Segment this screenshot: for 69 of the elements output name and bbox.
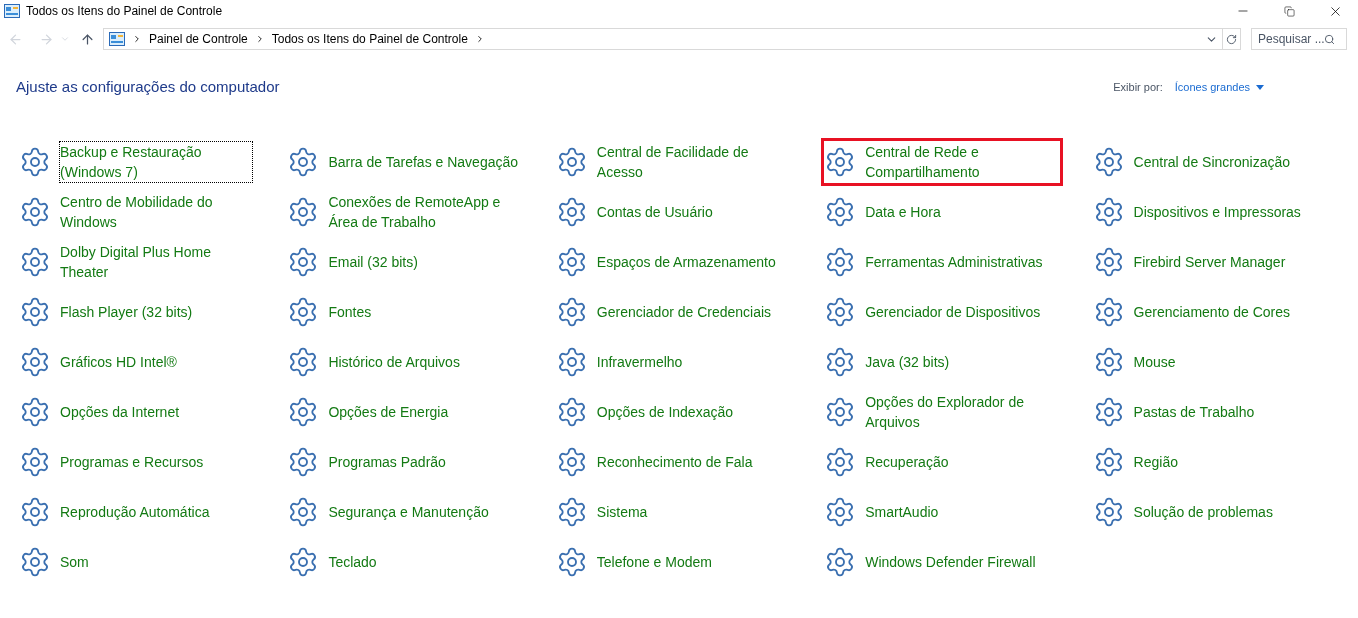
applet-link[interactable]: Histórico de Arquivos <box>327 350 522 373</box>
gear-icon[interactable] <box>19 495 51 528</box>
applet-link[interactable]: Java (32 bits) <box>864 350 1059 373</box>
breadcrumb-item[interactable]: Todos os Itens do Painel de Controle <box>271 30 468 48</box>
applet-link[interactable]: SmartAudio <box>864 500 1059 523</box>
control-panel-icon <box>4 4 20 18</box>
gear-icon[interactable] <box>19 245 51 278</box>
search-field[interactable]: Pesquisar ... <box>1251 28 1347 50</box>
applet-link[interactable]: Barra de Tarefas e Navegação <box>327 150 522 173</box>
applet-link[interactable]: Ferramentas Administrativas <box>864 250 1059 273</box>
applet-link[interactable]: Windows Defender Firewall <box>864 550 1059 573</box>
restore-icon <box>1283 5 1295 17</box>
applet-link[interactable]: Backup e Restauração (Windows 7) <box>59 140 253 183</box>
gear-icon[interactable] <box>19 345 51 378</box>
applet-link[interactable]: Solução de problemas <box>1132 500 1327 523</box>
applet-link[interactable]: Opções de Energia <box>327 400 522 423</box>
gear-icon[interactable] <box>19 545 51 578</box>
applet-link[interactable]: Infravermelho <box>595 350 790 373</box>
applet-link[interactable]: Mouse <box>1132 350 1327 373</box>
gear-icon[interactable] <box>19 295 51 328</box>
applet-link[interactable]: Dolby Digital Plus Home Theater <box>59 240 253 283</box>
applet-link[interactable]: Gerenciador de Dispositivos <box>864 300 1059 323</box>
view-by-dropdown[interactable]: Ícones grandes <box>1174 79 1264 96</box>
control-panel-icon <box>109 32 125 46</box>
page-heading: Ajuste as configurações do computador <box>16 77 280 97</box>
applet-link[interactable]: Central de Rede e Compartilhamento <box>864 140 1059 183</box>
applet-link[interactable]: Segurança e Manutenção <box>327 500 522 523</box>
applet-link[interactable]: Programas Padrão <box>327 450 522 473</box>
applet-link[interactable]: Telefone e Modem <box>595 550 790 573</box>
applet-link[interactable]: Dispositivos e Impressoras <box>1132 200 1327 223</box>
applet-link[interactable]: Opções do Explorador de Arquivos <box>864 390 1059 433</box>
applet-link[interactable]: Central de Sincronização <box>1132 150 1327 173</box>
gear-icon[interactable] <box>19 145 51 178</box>
gear-icon[interactable] <box>19 195 51 228</box>
view-by-label: Exibir por: <box>1113 80 1163 95</box>
applet-link[interactable]: Contas de Usuário <box>595 200 790 223</box>
applet-link[interactable]: Centro de Mobilidade do Windows <box>59 190 253 233</box>
applet-link[interactable]: Opções de Indexação <box>595 400 790 423</box>
applet-link[interactable]: Programas e Recursos <box>59 450 253 473</box>
applet-link[interactable]: Data e Hora <box>864 200 1059 223</box>
applet-link[interactable]: Gerenciador de Credenciais <box>595 300 790 323</box>
address-bar[interactable]: Painel de Controle Todos os Itens do Painel de Controle <box>103 28 1241 50</box>
caret-icon <box>1256 84 1264 90</box>
applet-link[interactable]: Som <box>59 550 253 573</box>
applet-link[interactable]: Reconhecimento de Fala <box>595 450 790 473</box>
applet-link[interactable]: Pastas de Trabalho <box>1132 400 1327 423</box>
applet-link[interactable]: Teclado <box>327 550 522 573</box>
applet-link[interactable]: Central de Facilidade de Acesso <box>595 140 790 183</box>
applet-link[interactable]: Região <box>1132 450 1327 473</box>
applet-link[interactable]: Reprodução Automática <box>59 500 253 523</box>
applet-link[interactable]: Flash Player (32 bits) <box>59 300 253 323</box>
applet-link[interactable]: Gráficos HD Intel® <box>59 350 253 373</box>
applet-link[interactable]: Espaços de Armazenamento <box>595 250 790 273</box>
up-icon[interactable] <box>80 31 95 47</box>
applet-link[interactable]: Opções da Internet <box>59 400 253 423</box>
breadcrumb-item[interactable]: Painel de Controle <box>149 30 248 48</box>
search-icon <box>1324 33 1335 45</box>
window-title: Todos os Itens do Painel de Controle <box>26 3 223 20</box>
applet-link[interactable]: Conexões de RemoteApp e Área de Trabalho <box>327 190 522 233</box>
applet-link[interactable]: Fontes <box>327 300 522 323</box>
gear-icon[interactable] <box>19 395 51 428</box>
applet-link[interactable]: Email (32 bits) <box>327 250 522 273</box>
applet-link[interactable]: Recuperação <box>864 450 1059 473</box>
applet-link[interactable]: Firebird Server Manager <box>1132 250 1327 273</box>
separator-icon <box>132 34 142 44</box>
applet-link[interactable]: Sistema <box>595 500 790 523</box>
gear-icon[interactable] <box>19 445 51 478</box>
refresh-icon <box>1226 33 1237 45</box>
applet-link[interactable]: Gerenciamento de Cores <box>1132 300 1327 323</box>
